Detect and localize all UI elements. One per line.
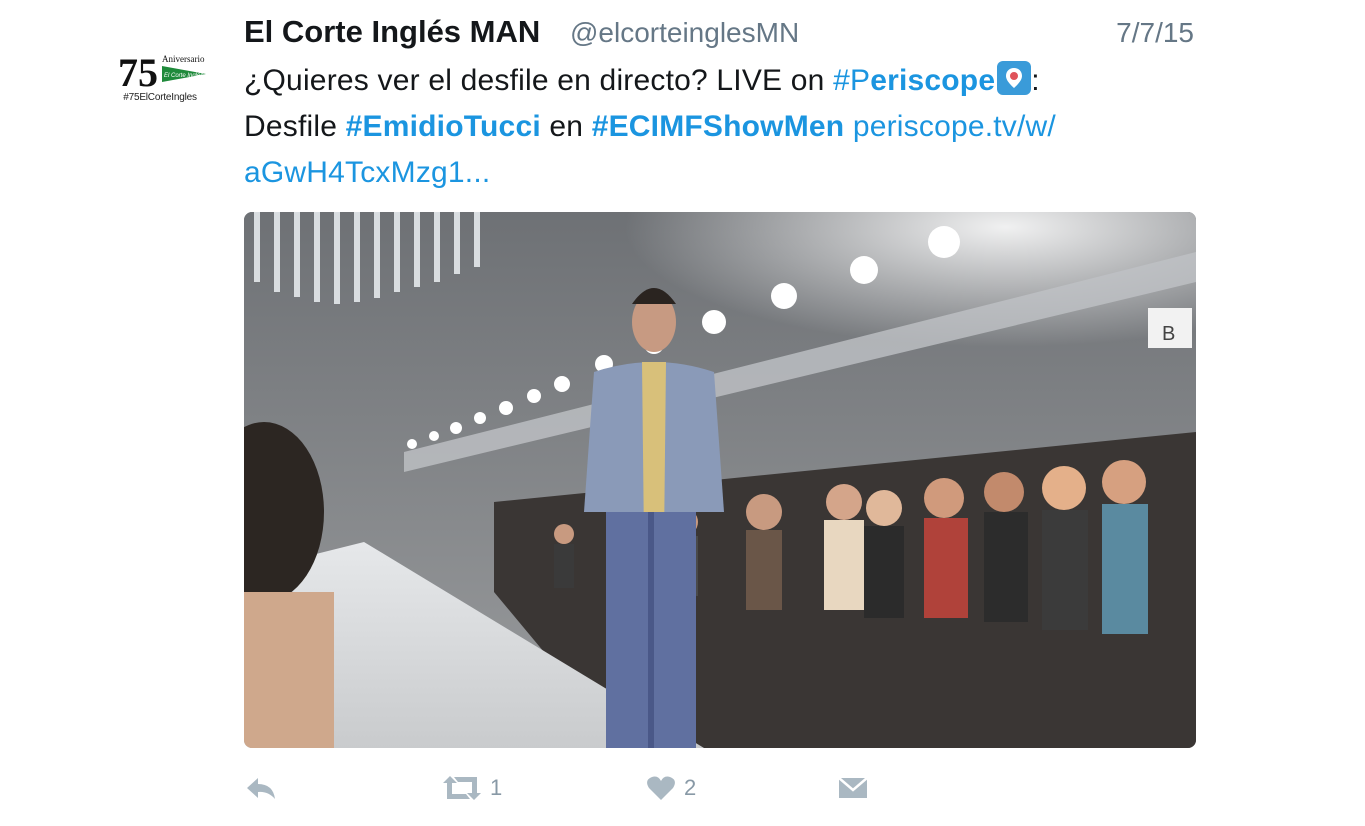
hashtag-prefix: #P (833, 64, 871, 97)
tweet-timestamp[interactable]: 7/7/15 (1116, 17, 1194, 49)
hashtag-rest: eriscope (870, 64, 996, 97)
periscope-link-continued[interactable]: aGwH4TcxMzg1... (244, 156, 490, 189)
text-segment: en (540, 110, 592, 143)
text-segment: : (1031, 64, 1040, 97)
tweet-header: El Corte Inglés MAN @elcorteinglesMN 7/7… (244, 12, 1196, 52)
runway-photo: B (244, 212, 1196, 748)
user-handle[interactable]: @elcorteinglesMN (570, 17, 799, 49)
tweet-text-line-3: aGwH4TcxMzg1... (244, 150, 1204, 196)
text-segment: ¿Quieres ver el desfile en directo? LIVE… (244, 64, 834, 97)
heart-icon (647, 776, 675, 800)
hashtag-ecimfshowmen[interactable]: #ECIMFShowMen (592, 110, 845, 143)
foreground-person-arm (244, 592, 334, 748)
anniversary-logo: 75 Aniversario El Corte Inglés (118, 50, 206, 92)
display-name[interactable]: El Corte Inglés MAN (244, 14, 540, 50)
tweet-text: ¿Quieres ver el desfile en directo? LIVE… (244, 58, 1204, 196)
hashtag-periscope[interactable]: #Periscope (833, 64, 995, 97)
periscope-link[interactable]: periscope.tv/w/ (844, 110, 1056, 143)
reply-button[interactable] (244, 770, 278, 806)
retweet-button[interactable]: 1 (442, 770, 502, 806)
envelope-icon (838, 777, 868, 798)
avatar-number: 75 (118, 50, 158, 92)
hashtag-emidiotucci[interactable]: #EmidioTucci (346, 110, 541, 143)
periscope-icon (997, 61, 1032, 95)
section-sign-text: B (1162, 323, 1175, 345)
avatar-hashtag: #75ElCorteIngles (123, 92, 197, 103)
retweet-count: 1 (490, 775, 503, 800)
like-button[interactable]: 2 (646, 770, 696, 806)
like-count: 2 (684, 775, 697, 800)
tweet-text-line-2: Desfile #EmidioTucci en #ECIMFShowMen pe… (244, 104, 1204, 150)
avatar-word: Aniversario (162, 54, 205, 64)
tweet-actions: 1 2 (244, 770, 1196, 810)
tweet-text-line-1: ¿Quieres ver el desfile en directo? LIVE… (244, 58, 1204, 104)
direct-message-button[interactable] (838, 770, 868, 806)
retweet-icon (443, 776, 481, 800)
text-segment: Desfile (244, 110, 346, 143)
reply-icon (247, 778, 275, 799)
avatar[interactable]: 75 Aniversario El Corte Inglés #75ElCort… (112, 48, 208, 108)
tweet-media-photo[interactable]: B (244, 212, 1196, 748)
avatar-brand: El Corte Inglés (164, 73, 203, 79)
